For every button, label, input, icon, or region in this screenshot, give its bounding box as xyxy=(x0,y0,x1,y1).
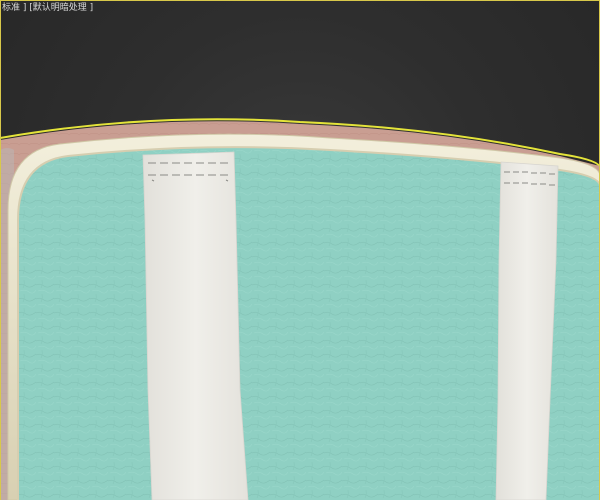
left-strap xyxy=(142,151,249,500)
cushion-model[interactable] xyxy=(0,0,600,500)
3d-viewport[interactable]: 标准 ] [默认明暗处理 ] xyxy=(0,0,600,500)
